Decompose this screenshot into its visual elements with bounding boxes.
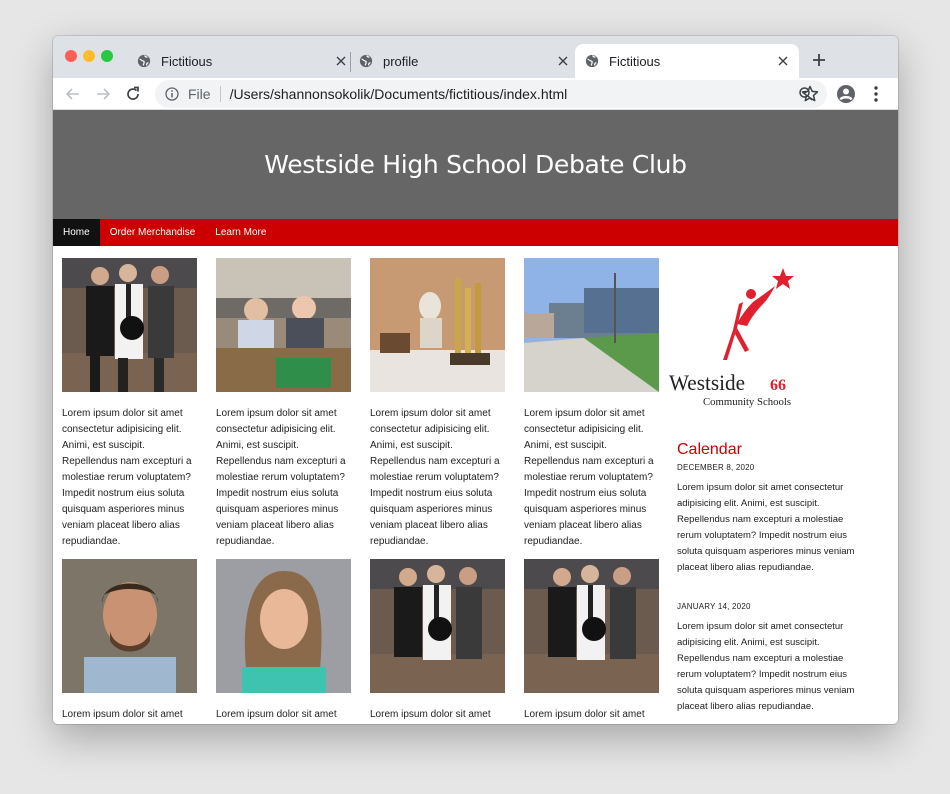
web-page: Westside High School Debate Club Home Or… xyxy=(53,110,898,724)
globe-icon xyxy=(137,54,151,68)
card-text: Lorem ipsum dolor sit amet xyxy=(62,709,183,720)
nav-order-merchandise[interactable]: Order Merchandise xyxy=(100,219,206,246)
photo-card: Lorem ipsum dolor sit amet xyxy=(524,559,660,723)
address-separator xyxy=(219,86,221,102)
account-icon[interactable] xyxy=(836,84,856,104)
tab-1[interactable]: Fictitious xyxy=(137,44,349,78)
photo-card: Lorem ipsum dolor sit amet xyxy=(370,559,506,723)
globe-icon xyxy=(359,54,373,68)
event-date: JANUARY 14, 2020 xyxy=(677,602,751,611)
nav-home[interactable]: Home xyxy=(53,219,100,246)
card-text: Lorem ipsum dolor sit amet xyxy=(370,709,491,720)
more-menu-icon[interactable] xyxy=(868,84,884,104)
school-building-photo xyxy=(524,258,659,392)
globe-icon xyxy=(585,54,599,68)
zoom-window-button[interactable] xyxy=(101,50,113,62)
close-tab-icon[interactable] xyxy=(333,53,349,69)
debate-team-photo xyxy=(524,559,659,693)
calendar-event: JANUARY 14, 2020 Lorem ipsum dolor sit a… xyxy=(677,602,857,715)
site-header: Westside High School Debate Club xyxy=(53,110,898,219)
card-text: Lorem ipsum dolor sit amet consectetur a… xyxy=(370,408,500,547)
photo-card: Lorem ipsum dolor sit amet xyxy=(216,559,352,723)
svg-text:Westside: Westside xyxy=(669,370,745,395)
card-text: Lorem ipsum dolor sit amet consectetur a… xyxy=(524,408,654,547)
man-portrait-photo xyxy=(62,559,197,693)
debate-team-photo xyxy=(62,258,197,392)
card-text: Lorem ipsum dolor sit amet consectetur a… xyxy=(216,408,346,547)
calendar-event: DECEMBER 8, 2020 Lorem ipsum dolor sit a… xyxy=(677,463,857,576)
students-at-table-photo xyxy=(216,258,351,392)
westside-logo: Westside 66 Community Schools xyxy=(667,268,797,408)
close-window-button[interactable] xyxy=(65,50,77,62)
svg-text:66: 66 xyxy=(770,377,786,394)
nav-learn-more[interactable]: Learn More xyxy=(205,219,276,246)
tab-3-active[interactable]: Fictitious xyxy=(575,44,799,78)
tab-title: Fictitious xyxy=(161,53,213,69)
back-arrow-icon[interactable] xyxy=(63,84,83,104)
photo-card: Lorem ipsum dolor sit amet consectetur a… xyxy=(370,258,506,550)
photo-card: Lorem ipsum dolor sit amet consectetur a… xyxy=(524,258,660,550)
forward-arrow-icon[interactable] xyxy=(93,84,113,104)
tab-strip: Fictitious profile Fictitious xyxy=(53,36,898,78)
debate-team-photo xyxy=(370,559,505,693)
site-nav: Home Order Merchandise Learn More xyxy=(53,219,898,246)
svg-text:Community Schools: Community Schools xyxy=(703,396,791,408)
close-tab-icon[interactable] xyxy=(775,53,791,69)
photo-card: Lorem ipsum dolor sit amet xyxy=(62,559,198,723)
woman-portrait-photo xyxy=(216,559,351,693)
calendar-title: Calendar xyxy=(677,441,742,458)
tab-title: profile xyxy=(383,53,419,69)
close-tab-icon[interactable] xyxy=(555,53,571,69)
main-content: Lorem ipsum dolor sit amet consectetur a… xyxy=(53,246,898,724)
address-scheme: File xyxy=(188,86,211,102)
tab-separator xyxy=(350,52,351,72)
url-text[interactable]: /Users/shannonsokolik/Documents/fictitio… xyxy=(230,86,568,102)
photo-card: Lorem ipsum dolor sit amet consectetur a… xyxy=(62,258,198,550)
browser-window: Fictitious profile Fictitious File /User… xyxy=(53,36,898,724)
bookmark-star-icon[interactable] xyxy=(800,84,820,104)
event-description: Lorem ipsum dolor sit amet consectetur a… xyxy=(677,621,855,712)
site-title: Westside High School Debate Club xyxy=(264,150,687,179)
event-date: DECEMBER 8, 2020 xyxy=(677,463,755,472)
tab-2[interactable]: profile xyxy=(359,44,571,78)
tab-title: Fictitious xyxy=(609,53,661,69)
photo-card: Lorem ipsum dolor sit amet consectetur a… xyxy=(216,258,352,550)
new-tab-icon[interactable] xyxy=(809,50,829,70)
minimize-window-button[interactable] xyxy=(83,50,95,62)
browser-toolbar: File /Users/shannonsokolik/Documents/fic… xyxy=(53,78,898,110)
card-text: Lorem ipsum dolor sit amet xyxy=(216,709,337,720)
event-description: Lorem ipsum dolor sit amet consectetur a… xyxy=(677,482,855,573)
card-text: Lorem ipsum dolor sit amet xyxy=(524,709,645,720)
reload-icon[interactable] xyxy=(123,84,143,104)
trophies-photo xyxy=(370,258,505,392)
card-text: Lorem ipsum dolor sit amet consectetur a… xyxy=(62,408,192,547)
info-icon[interactable] xyxy=(165,87,179,101)
address-bar[interactable]: File /Users/shannonsokolik/Documents/fic… xyxy=(155,80,827,108)
